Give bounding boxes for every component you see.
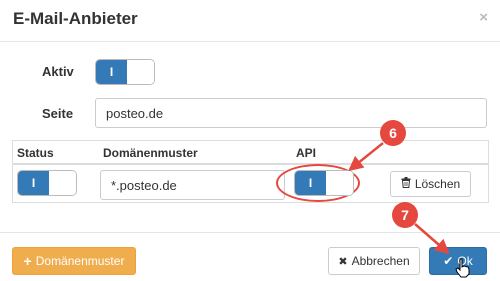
- callout-6-badge: 6: [380, 120, 406, 146]
- hand-cursor-icon: [455, 258, 470, 278]
- callout-6-arrow: [348, 142, 384, 172]
- annotation-arrows: [348, 142, 450, 255]
- callout-7-arrow: [414, 223, 450, 255]
- callout-7-badge: 7: [392, 202, 418, 228]
